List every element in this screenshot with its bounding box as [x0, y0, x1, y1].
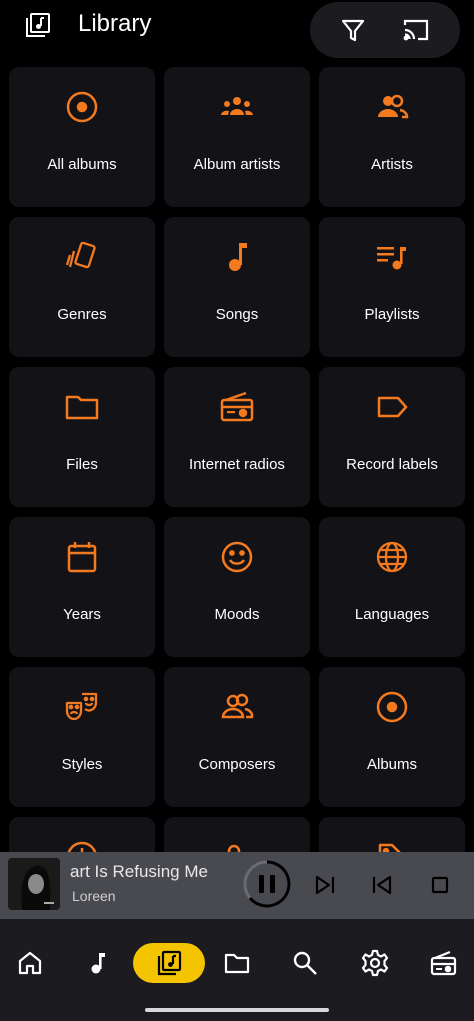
- header-actions: [310, 2, 460, 58]
- tile-label: Styles: [61, 756, 103, 773]
- gesture-home-indicator: [145, 1008, 329, 1012]
- tile-label: Record labels: [346, 456, 438, 473]
- tile-label: Playlists: [364, 306, 420, 323]
- disc-icon: [66, 91, 98, 123]
- library-category-grid: All albums Album artists Artists Genres …: [9, 67, 465, 852]
- search-icon: [293, 951, 317, 975]
- skip-previous-icon[interactable]: [369, 872, 395, 898]
- tile-languages[interactable]: Languages: [319, 517, 465, 657]
- tile-internet-radios[interactable]: Internet radios: [164, 367, 310, 507]
- radio-icon: [220, 391, 254, 422]
- folder-icon: [65, 395, 99, 420]
- tile-label: Years: [63, 606, 101, 623]
- track-title: art Is Refusing Me: [70, 862, 208, 881]
- clock-icon: [67, 841, 97, 852]
- tile-all-albums[interactable]: All albums: [9, 67, 155, 207]
- tile-partial-3[interactable]: [319, 817, 465, 852]
- library-icon: [26, 13, 50, 37]
- stop-icon[interactable]: [429, 874, 451, 896]
- globe-icon: [376, 541, 408, 573]
- calendar-icon: [67, 542, 97, 573]
- tile-label: Albums: [366, 756, 418, 773]
- theater-masks-icon: [65, 692, 98, 721]
- tile-label: All albums: [47, 156, 117, 173]
- smiley-icon: [221, 541, 253, 573]
- track-artist: Loreen: [72, 888, 116, 904]
- filter-icon[interactable]: [337, 14, 369, 46]
- playlist-icon: [377, 247, 406, 270]
- tile-styles[interactable]: Styles: [9, 667, 155, 807]
- tile-artists[interactable]: Artists: [319, 67, 465, 207]
- tile-label: Songs: [215, 306, 259, 323]
- home-icon: [18, 951, 42, 975]
- tile-years[interactable]: Years: [9, 517, 155, 657]
- library-icon: [157, 950, 182, 976]
- nav-radio[interactable]: [407, 943, 474, 983]
- composer-icon: [221, 693, 254, 719]
- app-bar: Library: [0, 0, 474, 60]
- tile-label: Composers: [198, 756, 276, 773]
- settings-icon: [361, 949, 389, 977]
- tile-genres[interactable]: Genres: [9, 217, 155, 357]
- tile-albums[interactable]: Albums: [319, 667, 465, 807]
- tile-composers[interactable]: Composers: [164, 667, 310, 807]
- nav-library[interactable]: [133, 943, 205, 983]
- tile-label: Genres: [57, 306, 107, 323]
- person-icon: [227, 844, 241, 852]
- tile-label: Album artists: [193, 156, 281, 173]
- label-icon: [377, 396, 408, 418]
- album-cover-art: [8, 858, 60, 910]
- tag-icon: [378, 843, 401, 852]
- skip-next-icon[interactable]: [312, 872, 338, 898]
- people-icon: [378, 94, 409, 119]
- tile-songs[interactable]: Songs: [164, 217, 310, 357]
- nav-search[interactable]: [269, 943, 341, 983]
- tile-files[interactable]: Files: [9, 367, 155, 507]
- now-playing-bar[interactable]: art Is Refusing Me Loreen: [0, 852, 474, 919]
- tile-record-labels[interactable]: Record labels: [319, 367, 465, 507]
- tile-label: Languages: [354, 606, 430, 623]
- radio-icon: [430, 950, 457, 976]
- tile-playlists[interactable]: Playlists: [319, 217, 465, 357]
- tile-album-artists[interactable]: Album artists: [164, 67, 310, 207]
- album-cover[interactable]: [8, 858, 60, 910]
- tile-partial-2[interactable]: [164, 817, 310, 852]
- nav-home[interactable]: [0, 943, 66, 983]
- nav-songs[interactable]: [62, 943, 134, 983]
- bottom-navigation: [0, 919, 474, 1021]
- tile-label: Files: [66, 456, 98, 473]
- tile-label: Artists: [371, 156, 413, 173]
- music-note-icon: [91, 953, 105, 974]
- page-title: Library: [78, 10, 152, 37]
- folder-icon: [224, 953, 250, 974]
- disc-icon: [376, 691, 408, 723]
- pause-button[interactable]: [242, 859, 292, 909]
- tile-label: Internet radios: [189, 456, 285, 473]
- nav-settings[interactable]: [339, 943, 411, 983]
- cast-icon[interactable]: [400, 14, 432, 46]
- group-icon: [221, 97, 253, 115]
- music-note-icon: [229, 243, 247, 271]
- tile-label: Moods: [214, 606, 260, 623]
- nav-files[interactable]: [201, 943, 273, 983]
- genres-icon: [65, 241, 96, 269]
- tile-moods[interactable]: Moods: [164, 517, 310, 657]
- tile-partial-1[interactable]: [9, 817, 155, 852]
